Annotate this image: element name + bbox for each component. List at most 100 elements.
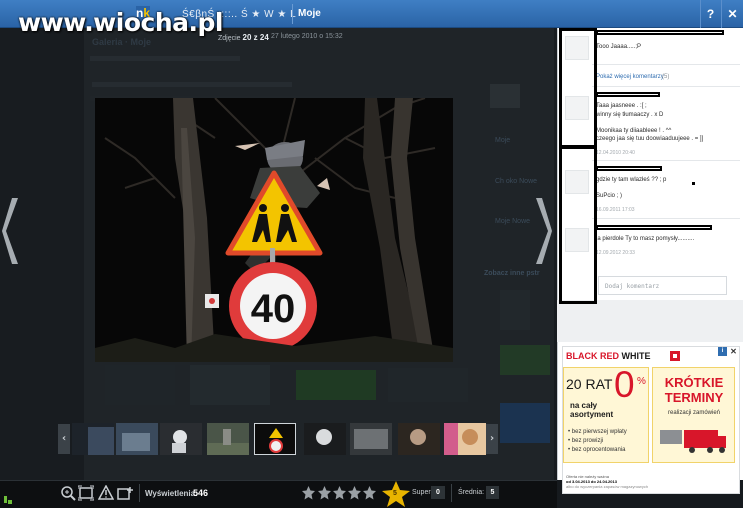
ad-bullet: • bez pierwszej wpłaty [568,429,627,435]
zoom-icon[interactable] [60,485,76,501]
comment-line: gdzie ty tam wlazłeś ?? ; p [596,177,667,183]
ad-bullet: • bez oprocentowania [568,447,626,453]
comment-divider [592,160,740,161]
close-button[interactable]: ✕ [721,0,743,28]
average-label: Średnia: [458,489,485,496]
redacted-commenter-name [596,92,660,97]
super-label: Super [412,489,431,496]
fullscreen-icon[interactable] [77,485,95,501]
thumbnail-image [72,423,114,455]
thumbnail-image [350,423,392,455]
redaction-box [559,28,597,148]
thumbnail-image [160,423,202,455]
background-side-item: Ch oko Nowe [495,178,538,185]
fullscreen-icon-glyph [77,485,95,501]
thumbs-next-button[interactable]: › [486,424,498,454]
ad-brand-black: WHITE [619,351,651,361]
ad-bullets: • bez pierwszej wpłaty • bez prowizji • … [568,428,627,455]
warning-icon [97,484,115,500]
moje-link[interactable]: Moje [298,8,321,19]
background-side-item: Moje Nowe [495,218,531,225]
star-icon [302,486,315,500]
rating-star-5[interactable] [363,486,376,500]
comment-text: Tooo Jaaaa.....;P [596,44,642,50]
zoom-icon-glyph [61,486,76,501]
ad-na-caly-line: na cały [570,401,598,410]
background-avatar [490,84,520,108]
comment-divider [592,218,740,219]
background-thumb [296,370,376,400]
report-icon[interactable] [97,484,115,501]
rating-star-3[interactable] [333,486,346,500]
comment-line: winny się tłumaaczy . x D [596,112,664,118]
rating-star-4[interactable] [348,486,361,500]
brand-logo-icon [670,351,680,361]
star-icon [363,486,376,500]
ad-info-icon[interactable]: i [718,347,727,356]
comment-line: Taaa jaasneee . :[ ; [596,103,647,109]
thumbnail-selected[interactable] [254,423,296,455]
photo-counter-prefix: Zdjęcie [218,35,241,42]
comment-date: 12.09.2012 20:33 [596,250,635,256]
thumbnail[interactable] [350,423,392,455]
background-line [90,56,240,61]
previous-photo-arrow[interactable] [0,196,24,266]
background-side-item: Zobacz inne pstr [484,270,540,277]
photo-image: 40 [95,98,453,362]
redacted-commenter-name [596,225,712,230]
comment-date: 16.09.2011 17:03 [596,207,635,213]
ad-realizacja: realizacji zamówień [667,410,721,416]
thumbnail-image [207,423,249,455]
toolbar-divider [451,484,452,502]
background-gallery-label: Galeria · Moje [92,37,152,47]
ad-zero: 0 [614,364,635,405]
thumbnail[interactable] [304,423,346,455]
views-count: 546 [193,488,209,498]
photo-date: 27 lutego 2010 o 15:32 [271,33,343,40]
redacted-commenter-name [596,30,724,35]
ad-asortyment-line: asortyment [570,410,614,419]
help-button[interactable]: ? [700,0,720,28]
ad-terminy: TERMINY [664,390,724,405]
show-more-comments-link[interactable]: Pokaż więcej komentarzy [596,74,664,80]
ad-close-icon[interactable]: ✕ [729,347,738,356]
redacted-commenter-name [596,166,662,171]
thumbs-prev-button[interactable]: ‹ [58,424,70,454]
background-thumb [190,365,270,405]
thumbnail-image [444,423,486,455]
star-icon [318,486,331,500]
corner-logo-glyph [2,494,14,506]
thumbnail[interactable] [444,423,486,455]
add-photo-icon[interactable] [117,485,133,501]
main-photo[interactable]: 40 [95,98,453,362]
thumbnail[interactable] [116,423,158,455]
ad-krotkie-terminy: KRÓTKIE TERMINY [658,375,730,405]
thumbnail[interactable] [398,423,440,455]
photo-viewer: Galeria · Moje Moje Ch oko Nowe Moje Now… [0,0,743,508]
photo-counter: Zdjęcie 20 z 24 [218,33,269,42]
background-thumb [388,368,468,402]
ad-brand-title: BLACK RED WHITE [566,351,651,361]
thumbnail[interactable] [72,423,114,455]
black-dot [692,182,695,185]
add-comment-input[interactable]: Dodaj komentarz [598,276,727,295]
average-value: 5 [486,486,499,499]
comment-line: ja pierdole Ty to masz pomysły.......... [596,236,695,242]
ad-na-caly: na cały asortyment [570,401,613,419]
next-photo-arrow[interactable] [530,196,554,266]
thumbnail[interactable] [160,423,202,455]
star-icon [333,486,346,500]
rating-star-1[interactable] [302,486,315,500]
ad-bullet: • bez prowizji [568,438,604,444]
more-comments-count: (5) [662,74,670,80]
thumbnail[interactable] [207,423,249,455]
chevron-left-icon [2,198,18,264]
truck-icon [660,426,728,456]
ad-krotkie: KRÓTKIE [664,375,724,390]
thumbnail-image [255,424,295,454]
comment-divider [592,86,740,87]
rating-star-2[interactable] [318,486,331,500]
super-rating-star[interactable]: 5 [381,480,411,508]
comment-line: SuPcio ; ) [596,193,623,199]
ad-brand-red: BLACK RED [566,351,619,361]
